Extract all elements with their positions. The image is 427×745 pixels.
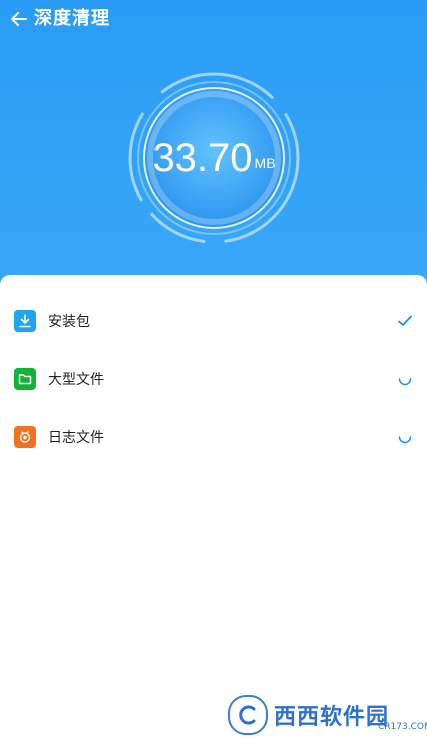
folder-icon (14, 368, 36, 390)
header: 深度清理 33.70 MB (0, 0, 427, 300)
loading-spinner-icon (398, 436, 412, 444)
size-number: 33.70 (152, 136, 253, 180)
page-title: 深度清理 (34, 8, 110, 29)
gauge-value: 33.70 MB (124, 68, 304, 248)
scan-list-panel: 安装包 大型文件 日志文件 (0, 275, 427, 745)
back-arrow-icon[interactable] (8, 8, 30, 30)
item-label: 大型文件 (48, 372, 104, 388)
top-bar: 深度清理 (0, 0, 427, 40)
checkmark-icon (398, 315, 412, 326)
watermark-subtext: CR173.COM (378, 722, 427, 732)
item-label: 安装包 (48, 314, 90, 330)
watermark-text: 西西软件园 (274, 705, 390, 730)
download-icon (14, 310, 36, 332)
list-item-log-files[interactable]: 日志文件 (0, 417, 427, 457)
list-item-large-files[interactable]: 大型文件 (0, 359, 427, 399)
list-item-install-package[interactable]: 安装包 (0, 301, 427, 341)
log-icon (14, 426, 36, 448)
watermark-logo-icon (228, 695, 268, 735)
size-unit: MB (254, 155, 276, 171)
watermark: 西西软件园 CR173.COM (228, 695, 427, 735)
loading-spinner-icon (398, 378, 412, 386)
item-label: 日志文件 (48, 430, 104, 446)
size-gauge: 33.70 MB (124, 68, 304, 248)
